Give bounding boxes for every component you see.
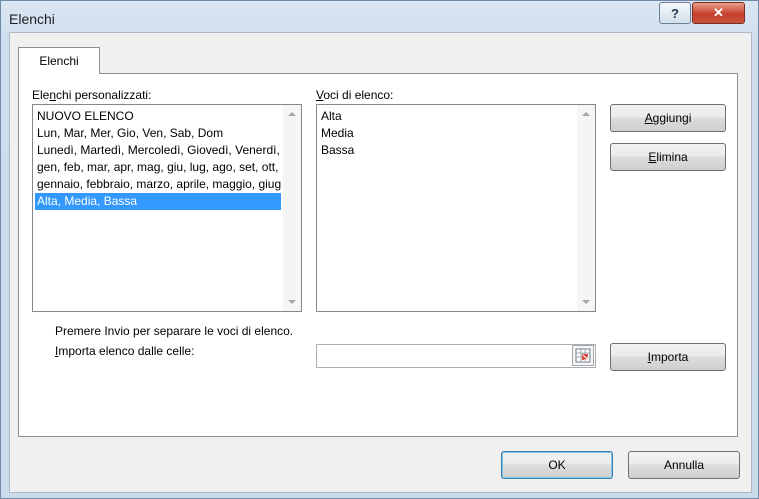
custom-lists-label: Elenchi personalizzati: (32, 88, 152, 102)
list-entry-line: Bassa (321, 143, 355, 157)
list-item[interactable]: NUOVO ELENCO (35, 108, 281, 125)
list-entry-line: Alta (321, 109, 342, 123)
import-button[interactable]: Importa (610, 343, 726, 371)
tab-label: Elenchi (39, 54, 79, 68)
delete-button[interactable]: Elimina (610, 143, 726, 171)
custom-lists-scrollbar[interactable] (283, 105, 301, 311)
cancel-button[interactable]: Annulla (628, 451, 740, 479)
list-entry-line: Media (321, 126, 354, 140)
delete-button-label: Elimina (648, 150, 688, 164)
list-entries-textarea[interactable]: Alta Media Bassa (316, 104, 596, 312)
cancel-button-label: Annulla (663, 458, 705, 472)
list-item[interactable]: gen, feb, mar, apr, mag, giu, lug, ago, … (35, 159, 281, 176)
custom-lists-listbox[interactable]: NUOVO ELENCO Lun, Mar, Mer, Gio, Ven, Sab… (32, 104, 302, 312)
scroll-down-arrow-icon[interactable] (582, 300, 590, 304)
help-icon: ? (671, 5, 679, 21)
close-icon: ✕ (713, 5, 724, 20)
list-item[interactable]: gennaio, febbraio, marzo, aprile, maggio… (35, 176, 281, 193)
range-selector-icon (575, 348, 591, 363)
add-button[interactable]: Aggiungi (610, 104, 726, 132)
ok-button[interactable]: OK (501, 451, 613, 479)
import-button-label: Importa (647, 350, 689, 364)
dialog-title: Elenchi (9, 11, 55, 27)
close-button[interactable]: ✕ (692, 2, 745, 24)
hint-text: Premere Invio per separare le voci di el… (55, 324, 294, 338)
range-picker-button[interactable] (572, 345, 594, 366)
add-button-label: Aggiungi (644, 111, 692, 125)
import-range-input[interactable] (316, 344, 596, 368)
list-item[interactable]: Lun, Mar, Mer, Gio, Ven, Sab, Dom (35, 125, 281, 142)
list-item[interactable]: Lunedì, Martedì, Mercoledì, Giovedì, Ven… (35, 142, 281, 159)
list-item[interactable]: Alta, Media, Bassa (35, 193, 281, 210)
scroll-up-arrow-icon[interactable] (582, 112, 590, 116)
ok-button-label: OK (548, 458, 566, 472)
scroll-down-arrow-icon[interactable] (288, 300, 296, 304)
list-entries-scrollbar[interactable] (577, 105, 595, 311)
help-button[interactable]: ? (659, 2, 691, 24)
list-entries-label: Voci di elenco: (316, 88, 394, 102)
scroll-up-arrow-icon[interactable] (288, 112, 296, 116)
tab-elenchi[interactable]: Elenchi (18, 47, 100, 74)
import-from-label: Importa elenco dalle celle: (55, 344, 195, 358)
